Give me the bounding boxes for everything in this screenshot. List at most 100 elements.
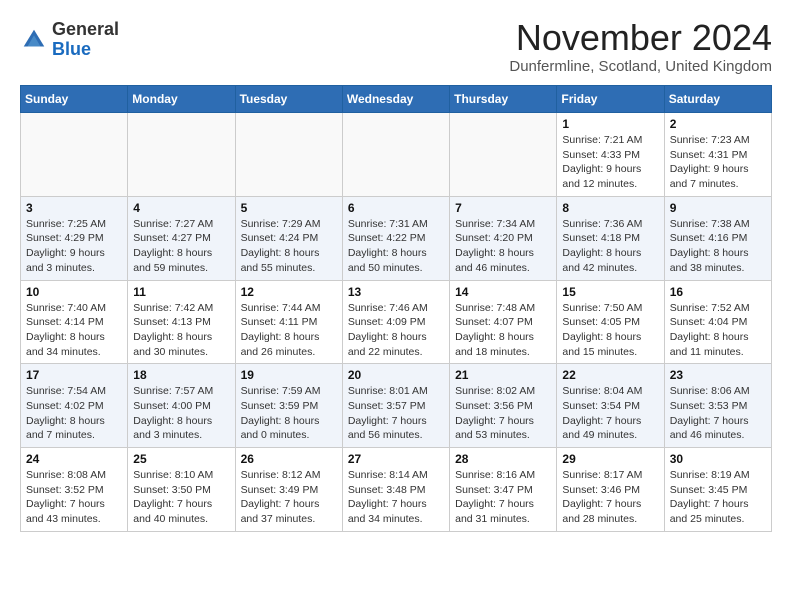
calendar-header-row: SundayMondayTuesdayWednesdayThursdayFrid… xyxy=(21,86,772,113)
day-info: Sunrise: 7:27 AMSunset: 4:27 PMDaylight:… xyxy=(133,217,229,276)
calendar-cell: 2 Sunrise: 7:23 AMSunset: 4:31 PMDaylight… xyxy=(664,113,771,197)
calendar-cell: 25 Sunrise: 8:10 AMSunset: 3:50 PMDayligh… xyxy=(128,448,235,532)
day-number: 8 xyxy=(562,201,658,215)
day-number: 20 xyxy=(348,368,444,382)
day-number: 24 xyxy=(26,452,122,466)
col-header-monday: Monday xyxy=(128,86,235,113)
calendar-cell: 15 Sunrise: 7:50 AMSunset: 4:05 PMDayligh… xyxy=(557,280,664,364)
col-header-wednesday: Wednesday xyxy=(342,86,449,113)
day-info: Sunrise: 8:10 AMSunset: 3:50 PMDaylight:… xyxy=(133,468,229,527)
calendar-cell: 4 Sunrise: 7:27 AMSunset: 4:27 PMDaylight… xyxy=(128,196,235,280)
week-row-4: 17 Sunrise: 7:54 AMSunset: 4:02 PMDayligh… xyxy=(21,364,772,448)
day-info: Sunrise: 7:21 AMSunset: 4:33 PMDaylight:… xyxy=(562,133,658,192)
day-number: 18 xyxy=(133,368,229,382)
day-number: 4 xyxy=(133,201,229,215)
calendar-cell: 17 Sunrise: 7:54 AMSunset: 4:02 PMDayligh… xyxy=(21,364,128,448)
day-number: 15 xyxy=(562,285,658,299)
day-number: 14 xyxy=(455,285,551,299)
calendar-cell: 1Sunrise: 7:21 AMSunset: 4:33 PMDaylight… xyxy=(557,113,664,197)
week-row-1: 1Sunrise: 7:21 AMSunset: 4:33 PMDaylight… xyxy=(21,113,772,197)
day-number: 29 xyxy=(562,452,658,466)
day-info: Sunrise: 7:31 AMSunset: 4:22 PMDaylight:… xyxy=(348,217,444,276)
calendar-cell: 23Sunrise: 8:06 AMSunset: 3:53 PMDayligh… xyxy=(664,364,771,448)
logo-general: General xyxy=(52,19,119,39)
day-info: Sunrise: 7:57 AMSunset: 4:00 PMDaylight:… xyxy=(133,384,229,443)
day-number: 16 xyxy=(670,285,766,299)
day-info: Sunrise: 8:12 AMSunset: 3:49 PMDaylight:… xyxy=(241,468,337,527)
day-info: Sunrise: 8:08 AMSunset: 3:52 PMDaylight:… xyxy=(26,468,122,527)
day-info: Sunrise: 7:59 AMSunset: 3:59 PMDaylight:… xyxy=(241,384,337,443)
calendar-cell: 14 Sunrise: 7:48 AMSunset: 4:07 PMDayligh… xyxy=(450,280,557,364)
day-info: Sunrise: 8:14 AMSunset: 3:48 PMDaylight:… xyxy=(348,468,444,527)
week-row-2: 3 Sunrise: 7:25 AMSunset: 4:29 PMDaylight… xyxy=(21,196,772,280)
calendar-cell: 28Sunrise: 8:16 AMSunset: 3:47 PMDayligh… xyxy=(450,448,557,532)
calendar-cell: 24 Sunrise: 8:08 AMSunset: 3:52 PMDayligh… xyxy=(21,448,128,532)
col-header-tuesday: Tuesday xyxy=(235,86,342,113)
calendar: SundayMondayTuesdayWednesdayThursdayFrid… xyxy=(20,85,772,532)
day-number: 19 xyxy=(241,368,337,382)
calendar-cell: 19 Sunrise: 7:59 AMSunset: 3:59 PMDayligh… xyxy=(235,364,342,448)
day-info: Sunrise: 7:50 AMSunset: 4:05 PMDaylight:… xyxy=(562,301,658,360)
day-number: 28 xyxy=(455,452,551,466)
calendar-cell: 9 Sunrise: 7:38 AMSunset: 4:16 PMDaylight… xyxy=(664,196,771,280)
calendar-cell: 12 Sunrise: 7:44 AMSunset: 4:11 PMDayligh… xyxy=(235,280,342,364)
calendar-cell xyxy=(342,113,449,197)
day-info: Sunrise: 8:02 AMSunset: 3:56 PMDaylight:… xyxy=(455,384,551,443)
day-info: Sunrise: 7:23 AMSunset: 4:31 PMDaylight:… xyxy=(670,133,766,192)
day-number: 11 xyxy=(133,285,229,299)
day-number: 6 xyxy=(348,201,444,215)
day-number: 2 xyxy=(670,117,766,131)
calendar-cell: 8 Sunrise: 7:36 AMSunset: 4:18 PMDaylight… xyxy=(557,196,664,280)
week-row-3: 10 Sunrise: 7:40 AMSunset: 4:14 PMDayligh… xyxy=(21,280,772,364)
day-info: Sunrise: 7:52 AMSunset: 4:04 PMDaylight:… xyxy=(670,301,766,360)
calendar-cell: 11Sunrise: 7:42 AMSunset: 4:13 PMDayligh… xyxy=(128,280,235,364)
calendar-cell: 18 Sunrise: 7:57 AMSunset: 4:00 PMDayligh… xyxy=(128,364,235,448)
calendar-cell: 26Sunrise: 8:12 AMSunset: 3:49 PMDayligh… xyxy=(235,448,342,532)
day-info: Sunrise: 7:54 AMSunset: 4:02 PMDaylight:… xyxy=(26,384,122,443)
day-info: Sunrise: 7:44 AMSunset: 4:11 PMDaylight:… xyxy=(241,301,337,360)
day-number: 17 xyxy=(26,368,122,382)
logo: General Blue xyxy=(20,20,119,60)
logo-text: General Blue xyxy=(52,20,119,60)
calendar-cell: 5Sunrise: 7:29 AMSunset: 4:24 PMDaylight… xyxy=(235,196,342,280)
day-number: 23 xyxy=(670,368,766,382)
calendar-cell: 3 Sunrise: 7:25 AMSunset: 4:29 PMDaylight… xyxy=(21,196,128,280)
day-number: 9 xyxy=(670,201,766,215)
col-header-thursday: Thursday xyxy=(450,86,557,113)
calendar-cell: 29 Sunrise: 8:17 AMSunset: 3:46 PMDayligh… xyxy=(557,448,664,532)
day-info: Sunrise: 7:40 AMSunset: 4:14 PMDaylight:… xyxy=(26,301,122,360)
calendar-cell xyxy=(21,113,128,197)
title-section: November 2024 Dunfermline, Scotland, Uni… xyxy=(509,20,772,75)
calendar-cell xyxy=(235,113,342,197)
calendar-cell: 16 Sunrise: 7:52 AMSunset: 4:04 PMDayligh… xyxy=(664,280,771,364)
day-info: Sunrise: 7:46 AMSunset: 4:09 PMDaylight:… xyxy=(348,301,444,360)
calendar-cell: 20Sunrise: 8:01 AMSunset: 3:57 PMDayligh… xyxy=(342,364,449,448)
day-number: 12 xyxy=(241,285,337,299)
calendar-cell: 21 Sunrise: 8:02 AMSunset: 3:56 PMDayligh… xyxy=(450,364,557,448)
day-number: 10 xyxy=(26,285,122,299)
day-number: 7 xyxy=(455,201,551,215)
header: General Blue November 2024 Dunfermline, … xyxy=(20,20,772,75)
calendar-cell: 27Sunrise: 8:14 AMSunset: 3:48 PMDayligh… xyxy=(342,448,449,532)
day-info: Sunrise: 7:48 AMSunset: 4:07 PMDaylight:… xyxy=(455,301,551,360)
col-header-saturday: Saturday xyxy=(664,86,771,113)
day-number: 30 xyxy=(670,452,766,466)
day-number: 13 xyxy=(348,285,444,299)
calendar-cell xyxy=(450,113,557,197)
day-info: Sunrise: 8:19 AMSunset: 3:45 PMDaylight:… xyxy=(670,468,766,527)
day-info: Sunrise: 7:38 AMSunset: 4:16 PMDaylight:… xyxy=(670,217,766,276)
calendar-cell: 6 Sunrise: 7:31 AMSunset: 4:22 PMDaylight… xyxy=(342,196,449,280)
day-number: 3 xyxy=(26,201,122,215)
day-info: Sunrise: 7:25 AMSunset: 4:29 PMDaylight:… xyxy=(26,217,122,276)
month-title: November 2024 xyxy=(509,20,772,56)
day-number: 21 xyxy=(455,368,551,382)
calendar-cell: 13 Sunrise: 7:46 AMSunset: 4:09 PMDayligh… xyxy=(342,280,449,364)
col-header-sunday: Sunday xyxy=(21,86,128,113)
calendar-cell xyxy=(128,113,235,197)
day-info: Sunrise: 8:17 AMSunset: 3:46 PMDaylight:… xyxy=(562,468,658,527)
day-info: Sunrise: 8:04 AMSunset: 3:54 PMDaylight:… xyxy=(562,384,658,443)
day-number: 25 xyxy=(133,452,229,466)
calendar-cell: 10 Sunrise: 7:40 AMSunset: 4:14 PMDayligh… xyxy=(21,280,128,364)
day-number: 22 xyxy=(562,368,658,382)
day-info: Sunrise: 7:36 AMSunset: 4:18 PMDaylight:… xyxy=(562,217,658,276)
